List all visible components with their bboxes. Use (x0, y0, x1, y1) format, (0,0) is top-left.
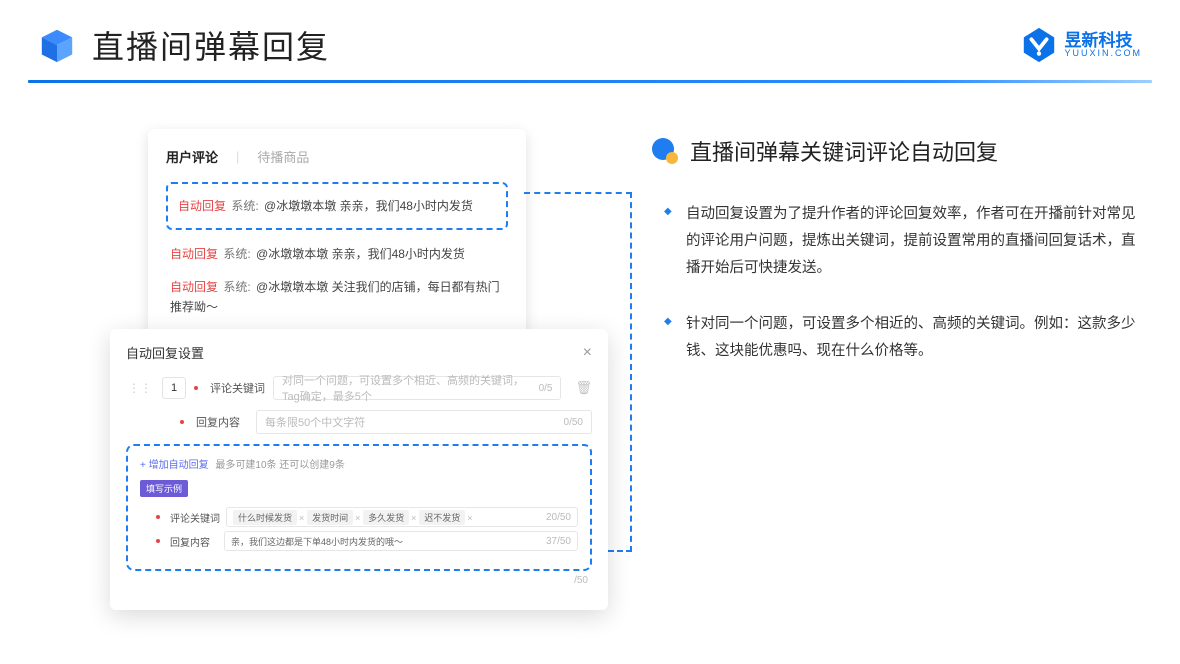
example-badge: 填写示例 (140, 480, 188, 497)
add-auto-reply-line: + 增加自动回复 最多可建10条 还可以创建9条 (140, 456, 578, 471)
tab-pending-products[interactable]: 待播商品 (257, 147, 309, 166)
cube-icon (38, 26, 76, 64)
example-keyword-counter: 20/50 (546, 512, 571, 523)
reply-row-1: 自动回复 系统: @冰墩墩本墩 亲亲，我们48小时内发货 (174, 190, 500, 222)
bullet-item-2: 针对同一个问题，可设置多个相近的、高频的关键词。例如：这款多少钱、这块能优惠吗、… (686, 311, 1140, 365)
comments-card: 用户评论 | 待播商品 自动回复 系统: @冰墩墩本墩 亲亲，我们48小时内发货… (148, 129, 526, 346)
system-prefix: 系统: (223, 280, 250, 294)
logo-name: 昱新科技 (1064, 32, 1142, 49)
page-title: 直播间弹幕回复 (92, 22, 330, 68)
settings-title: 自动回复设置 (126, 343, 204, 362)
bullet-list: 自动回复设置为了提升作者的评论回复效率，作者可在开播前针对常见的评论用户问题，提… (650, 201, 1140, 365)
content: 用户评论 | 待播商品 自动回复 系统: @冰墩墩本墩 亲亲，我们48小时内发货… (0, 83, 1180, 599)
keyword-input[interactable]: 对同一个问题，可设置多个相近、高频的关键词，Tag确定，最多5个 0/5 (273, 376, 561, 400)
logo-sub: YUUXIN.COM (1064, 49, 1142, 58)
header-left: 直播间弹幕回复 (38, 22, 330, 68)
example-content-counter: 37/50 (546, 536, 571, 547)
example-content-label: 回复内容 (170, 534, 218, 549)
content-placeholder: 每条限50个中文字符 (265, 414, 365, 430)
settings-header: 自动回复设置 × (126, 343, 592, 362)
system-prefix: 系统: (223, 247, 250, 261)
form-row-keyword: ⋮⋮ 1 评论关键词 对同一个问题，可设置多个相近、高频的关键词，Tag确定，最… (126, 376, 592, 400)
keyword-label: 评论关键词 (210, 380, 265, 396)
logo: 昱新科技 YUUXIN.COM (1020, 26, 1142, 64)
tab-divider: | (236, 149, 239, 164)
bullet-circle-icon (650, 136, 680, 166)
example-keyword-input[interactable]: 什么时候发货× 发货时间× 多久发货× 迟不发货× 20/50 (226, 507, 578, 527)
right-column: 直播间弹幕关键词评论自动回复 自动回复设置为了提升作者的评论回复效率，作者可在开… (650, 129, 1140, 395)
connector-line (630, 192, 632, 552)
reply-row-2: 自动回复 系统: @冰墩墩本墩 亲亲，我们48小时内发货 (166, 238, 508, 270)
outer-counter: /50 (126, 571, 592, 586)
header: 直播间弹幕回复 昱新科技 YUUXIN.COM (0, 0, 1180, 68)
logo-text-wrap: 昱新科技 YUUXIN.COM (1064, 32, 1142, 58)
reply-text: @冰墩墩本墩 亲亲，我们48小时内发货 (256, 247, 465, 261)
auto-reply-tag: 自动回复 (170, 247, 218, 261)
connector-line (524, 192, 632, 194)
tag-chip: 多久发货 (363, 510, 409, 525)
tag-chip: 什么时候发货 (233, 510, 297, 525)
add-auto-reply-link[interactable]: + 增加自动回复 (140, 460, 209, 471)
required-dot-icon (156, 539, 160, 543)
example-keyword-tags: 什么时候发货× 发货时间× 多久发货× 迟不发货× (233, 510, 472, 525)
add-auto-reply-note: 最多可建10条 还可以创建9条 (215, 460, 344, 471)
screenshot-stack: 用户评论 | 待播商品 自动回复 系统: @冰墩墩本墩 亲亲，我们48小时内发货… (110, 129, 610, 599)
auto-reply-tag: 自动回复 (170, 280, 218, 294)
settings-card: 自动回复设置 × ⋮⋮ 1 评论关键词 对同一个问题，可设置多个相近、高频的关键… (110, 329, 608, 610)
close-icon[interactable]: × (583, 344, 592, 362)
content-counter: 0/50 (564, 417, 583, 428)
form-row-content: 回复内容 每条限50个中文字符 0/50 (126, 410, 592, 434)
tag-chip: 发货时间 (307, 510, 353, 525)
reply-text: @冰墩墩本墩 关注我们的店铺，每日都有热门推荐呦～ (170, 280, 500, 314)
example-keyword-label: 评论关键词 (170, 510, 220, 525)
drag-handle-icon[interactable]: ⋮⋮ (126, 381, 154, 395)
section-title: 直播间弹幕关键词评论自动回复 (690, 135, 998, 167)
tag-chip: 迟不发货 (419, 510, 465, 525)
tabs: 用户评论 | 待播商品 (166, 147, 508, 166)
required-dot-icon (156, 515, 160, 519)
required-dot-icon (194, 386, 198, 390)
bullet-item-1: 自动回复设置为了提升作者的评论回复效率，作者可在开播前针对常见的评论用户问题，提… (686, 201, 1140, 281)
content-input[interactable]: 每条限50个中文字符 0/50 (256, 410, 592, 434)
example-keyword-row: 评论关键词 什么时候发货× 发货时间× 多久发货× 迟不发货× 20/50 (156, 507, 578, 527)
keyword-counter: 0/5 (539, 383, 553, 394)
example-content-row: 回复内容 亲，我们这边都是下单48小时内发货的哦～ 37/50 (156, 531, 578, 551)
delete-icon[interactable]: 🗑 (575, 380, 592, 396)
highlighted-reply: 自动回复 系统: @冰墩墩本墩 亲亲，我们48小时内发货 (166, 182, 508, 230)
example-content-input[interactable]: 亲，我们这边都是下单48小时内发货的哦～ 37/50 (224, 531, 578, 551)
auto-reply-tag: 自动回复 (178, 199, 226, 213)
tab-user-comments[interactable]: 用户评论 (166, 147, 218, 166)
system-prefix: 系统: (231, 199, 258, 213)
reply-row-3: 自动回复 系统: @冰墩墩本墩 关注我们的店铺，每日都有热门推荐呦～ (166, 271, 508, 324)
required-dot-icon (180, 420, 184, 424)
logo-icon (1020, 26, 1058, 64)
example-content-value: 亲，我们这边都是下单48小时内发货的哦～ (231, 535, 403, 548)
reply-text: @冰墩墩本墩 亲亲，我们48小时内发货 (264, 199, 473, 213)
connector-line (608, 550, 632, 552)
content-label: 回复内容 (196, 414, 248, 430)
example-section: + 增加自动回复 最多可建10条 还可以创建9条 填写示例 评论关键词 什么时候… (126, 444, 592, 571)
keyword-placeholder: 对同一个问题，可设置多个相近、高频的关键词，Tag确定，最多5个 (282, 372, 539, 404)
index-box: 1 (162, 377, 186, 399)
section-heading: 直播间弹幕关键词评论自动回复 (650, 135, 1140, 167)
